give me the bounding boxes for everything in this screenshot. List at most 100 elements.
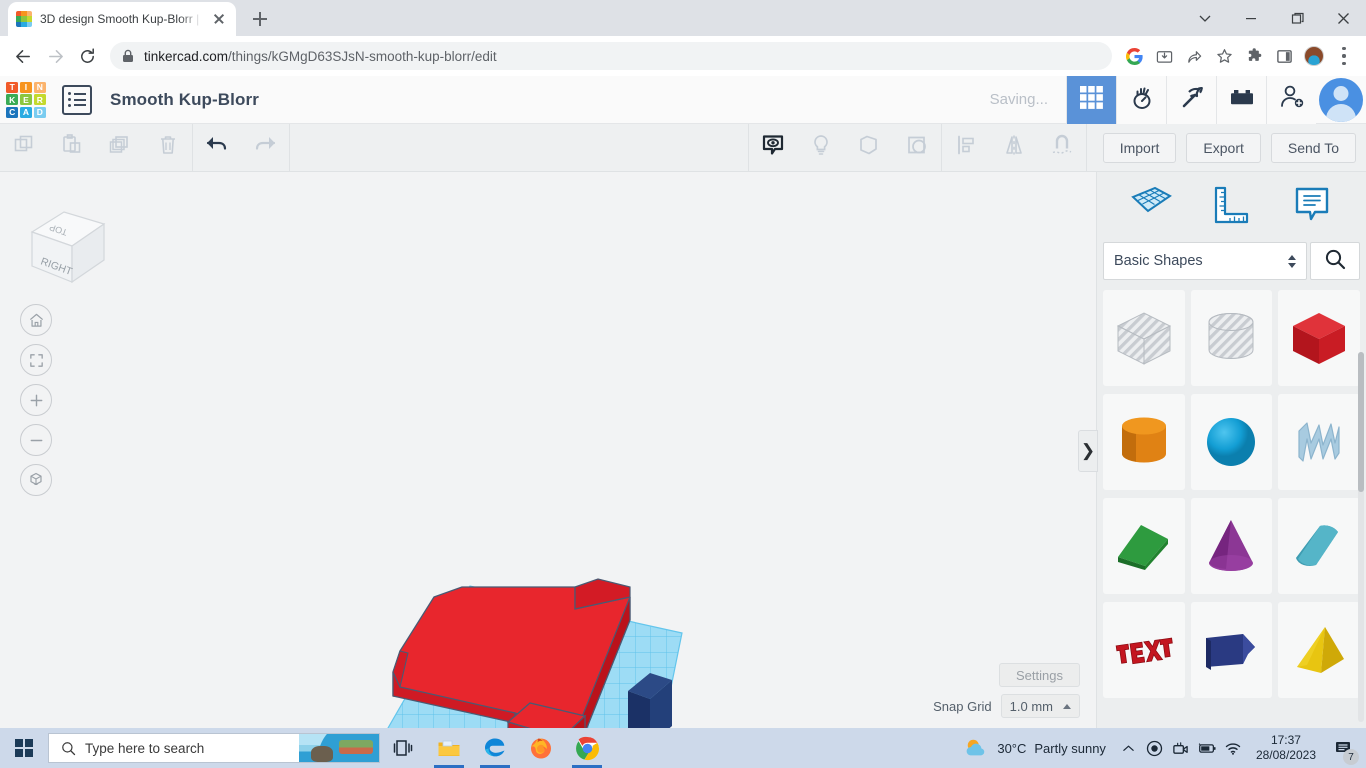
browser-tab[interactable]: 3D design Smooth Kup-Blorr | Ti [8,2,236,36]
shape-scribble[interactable] [1278,394,1360,490]
chrome-button[interactable] [564,728,610,768]
task-view-button[interactable] [380,728,426,768]
group-button[interactable] [845,124,893,172]
shape-box[interactable] [1278,290,1360,386]
align-button[interactable] [942,124,990,172]
bookmark-star-icon[interactable] [1210,42,1238,70]
send-to-button[interactable]: Send To [1271,133,1356,163]
fit-to-view-button[interactable] [20,344,52,376]
wifi-icon[interactable] [1220,728,1246,768]
side-panel-icon[interactable] [1270,42,1298,70]
notes-tool[interactable] [1284,179,1340,235]
shape-category-dropdown[interactable]: Basic Shapes [1103,242,1307,280]
profile-avatar[interactable] [1300,42,1328,70]
workplane-tool[interactable] [1123,179,1179,235]
text-icon [1111,628,1177,672]
mirror-button[interactable] [990,124,1038,172]
weather-widget[interactable]: 30°C Partly sunny [953,737,1116,759]
zoom-out-button[interactable] [20,424,52,456]
tab-close-icon[interactable] [210,10,228,28]
scribble-icon [1289,413,1349,471]
install-app-icon[interactable] [1150,42,1178,70]
battery-icon[interactable] [1194,728,1220,768]
shape-wedge[interactable] [1103,498,1185,594]
grid-view-button[interactable] [1066,76,1116,124]
shape-search-button[interactable] [1310,242,1360,280]
show-hidden-icons-chevron[interactable] [1116,728,1142,768]
home-view-button[interactable] [20,304,52,336]
chrome-menu-kebab[interactable] [1330,42,1358,70]
codeblocks-button[interactable] [1166,76,1216,124]
search-icon [61,741,76,756]
redo-button[interactable] [241,124,289,172]
paste-button[interactable] [48,124,96,172]
back-arrow-icon[interactable] [8,41,38,71]
shape-cylinder[interactable] [1103,394,1185,490]
shape-box-hole[interactable] [1103,290,1185,386]
tinkercad-logo[interactable]: T I N K E R C A D [6,82,46,118]
start-button[interactable] [0,728,48,768]
panel-collapse-toggle[interactable]: ❯ [1078,430,1098,472]
search-placeholder: Type here to search [85,741,204,756]
camera-icon[interactable] [1168,728,1194,768]
undo-button[interactable] [193,124,241,172]
ungroup-button[interactable] [893,124,941,172]
snap-grid-dropdown[interactable]: 1.0 mm [1001,694,1080,718]
shape-cylinder-hole[interactable] [1191,290,1273,386]
zoom-in-button[interactable] [20,384,52,416]
extensions-puzzle-icon[interactable] [1240,42,1268,70]
snap-grid-row: Snap Grid 1.0 mm [933,694,1080,718]
show-hide-button[interactable] [749,124,797,172]
pyramid-icon [1289,621,1349,679]
account-avatar[interactable] [1316,76,1366,124]
maximize-icon[interactable] [1274,0,1320,36]
new-tab-button[interactable] [246,5,274,33]
firefox-button[interactable] [518,728,564,768]
invite-button[interactable] [1266,76,1316,124]
light-button[interactable] [797,124,845,172]
tinkercad-header: T I N K E R C A D Smooth Kup-Blorr Savin… [0,76,1366,124]
file-explorer-button[interactable] [426,728,472,768]
notification-badge: 7 [1343,749,1359,765]
box-hole-icon [1110,306,1178,370]
circuits-button[interactable] [1116,76,1166,124]
address-bar[interactable]: tinkercad.com/things/kGMgD63SJsN-smooth-… [110,42,1112,70]
google-icon[interactable] [1120,42,1148,70]
duplicate-button[interactable] [96,124,144,172]
close-icon[interactable] [1320,0,1366,36]
record-icon[interactable] [1142,728,1168,768]
3d-model-canvas[interactable] [0,172,1096,728]
shape-sphere[interactable] [1191,394,1273,490]
blocks-button[interactable] [1216,76,1266,124]
logo-letter-n: N [34,82,46,93]
shape-polygon[interactable] [1191,602,1273,698]
forward-arrow-icon[interactable] [40,41,70,71]
panel-scrollbar[interactable] [1358,352,1364,722]
share-icon[interactable] [1180,42,1208,70]
view-cube[interactable]: TOP RIGHT [18,194,110,284]
cube-ortho-icon [27,471,45,489]
shape-pyramid[interactable] [1278,602,1360,698]
project-list-icon[interactable] [62,85,92,115]
3d-viewport[interactable]: TOP RIGHT Settings [0,172,1096,728]
minimize-icon[interactable] [1228,0,1274,36]
ruler-button[interactable] [1038,124,1086,172]
notification-center-button[interactable]: 7 [1326,728,1360,768]
shape-cone[interactable] [1191,498,1273,594]
ortho-perspective-button[interactable] [20,464,52,496]
cylinder-icon [1115,410,1173,474]
tab-search-icon[interactable] [1182,0,1228,36]
tab-title: 3D design Smooth Kup-Blorr | Ti [40,12,202,26]
delete-button[interactable] [144,124,192,172]
shape-text[interactable] [1103,602,1185,698]
copy-button[interactable] [0,124,48,172]
reload-icon[interactable] [72,41,102,71]
export-button[interactable]: Export [1186,133,1260,163]
settings-button[interactable]: Settings [999,663,1080,687]
edge-button[interactable] [472,728,518,768]
clock[interactable]: 17:37 28/08/2023 [1246,733,1326,763]
ruler-tool[interactable] [1203,179,1259,235]
shape-roof[interactable] [1278,498,1360,594]
import-button[interactable]: Import [1103,133,1177,163]
search-input[interactable]: Type here to search [48,733,380,763]
